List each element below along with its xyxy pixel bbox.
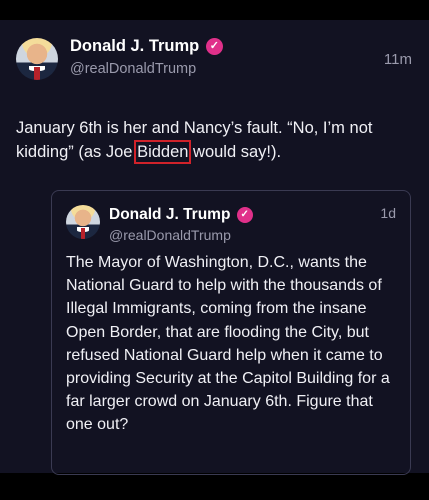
post-text-after: would say!). [188,143,282,161]
quoted-author-handle[interactable]: @realDonaldTrump [109,227,231,243]
avatar-tie [34,66,40,80]
post-body: January 6th is her and Nancy’s fault. “N… [16,116,416,164]
highlighted-word: Bidden [134,140,192,164]
post-card[interactable]: Donald J. Trump ✓ @realDonaldTrump 11m J… [0,20,429,475]
quoted-post-timestamp[interactable]: 1d [380,205,396,221]
author-avatar[interactable] [16,38,58,80]
author-name: Donald J. Trump [70,37,200,55]
quoted-post-body: The Mayor of Washington, D.C., wants the… [66,254,390,434]
avatar-tie [80,228,86,239]
quoted-author-name: Donald J. Trump [109,206,231,223]
post-timestamp[interactable]: 11m [384,51,412,68]
author-name-row[interactable]: Donald J. Trump ✓ [70,37,223,56]
quoted-post-card[interactable]: Donald J. Trump ✓ @realDonaldTrump 1d Th… [51,190,411,475]
quoted-author-name-row[interactable]: Donald J. Trump ✓ [109,206,253,224]
author-handle[interactable]: @realDonaldTrump [70,61,196,77]
verified-badge-icon: ✓ [236,206,253,223]
quoted-author-avatar[interactable] [66,205,100,239]
verified-badge-icon: ✓ [205,38,223,56]
